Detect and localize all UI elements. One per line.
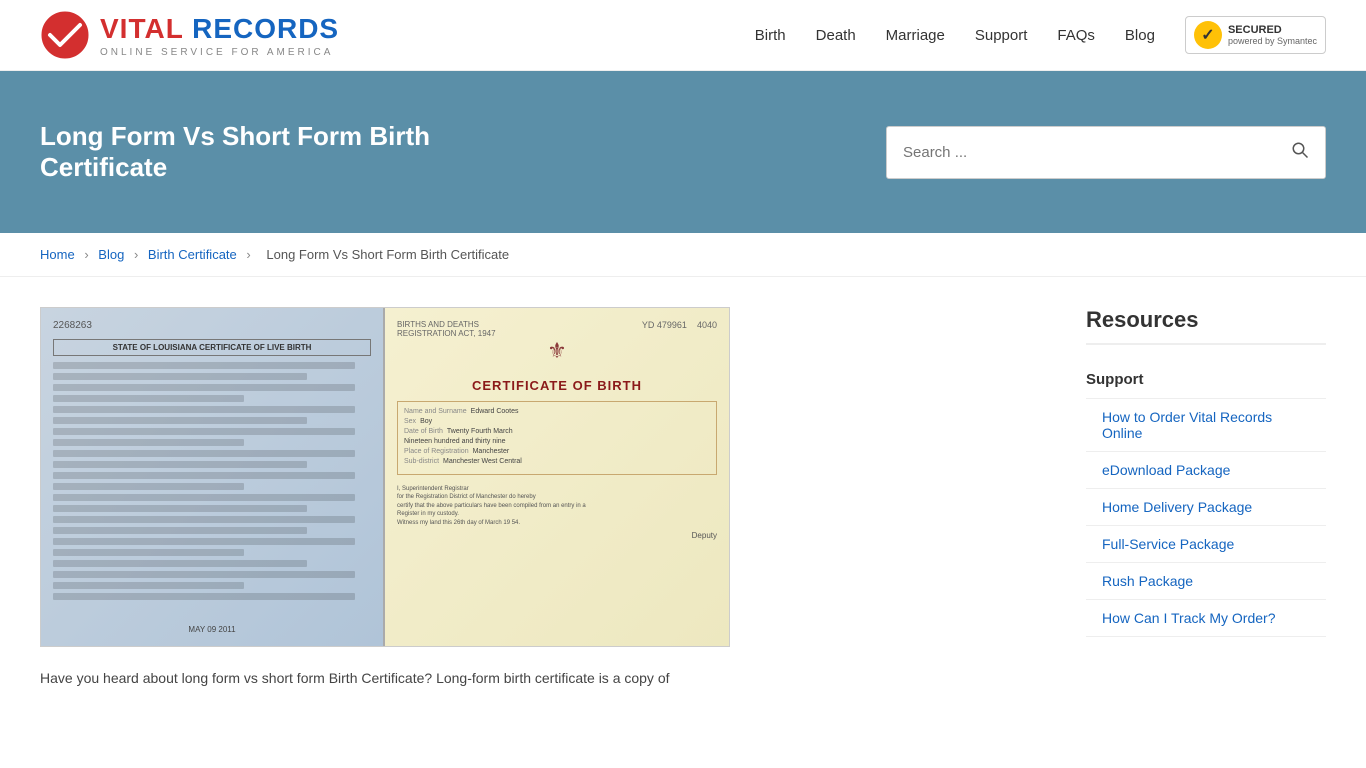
main-container: 2268263 STATE OF LOUISIANA CERTIFICATE O… xyxy=(0,277,1366,719)
sidebar: Resources Support How to Order Vital Rec… xyxy=(1086,307,1326,689)
article-intro: Have you heard about long form vs short … xyxy=(40,667,1046,689)
logo-title: VITAL RECORDS xyxy=(100,13,339,45)
sidebar-link-full-service[interactable]: Full-Service Package xyxy=(1086,526,1326,563)
nav-blog[interactable]: Blog xyxy=(1125,27,1155,44)
cert-left: 2268263 STATE OF LOUISIANA CERTIFICATE O… xyxy=(41,308,385,646)
cert-line xyxy=(53,395,244,402)
nav-support[interactable]: Support xyxy=(975,27,1028,44)
cert-line xyxy=(53,582,244,589)
cert-line xyxy=(53,527,307,534)
norton-text-wrap: SECURED powered by Symantec xyxy=(1228,24,1317,46)
breadcrumb-sep3: › xyxy=(246,247,250,262)
norton-secured: SECURED xyxy=(1228,24,1317,36)
cert-info-sex: Sex Boy xyxy=(404,418,710,425)
nav-birth[interactable]: Birth xyxy=(755,27,786,44)
cert-line xyxy=(53,417,307,424)
logo-subtitle: ONLINE SERVICE FOR AMERICA xyxy=(100,47,339,58)
cert-footer-text: I, Superintendent Registrar for the Regi… xyxy=(397,485,717,527)
cert-info-name: Name and Surname Edward Cootes xyxy=(404,408,710,415)
cert-line xyxy=(53,494,355,501)
cert-info-box: Name and Surname Edward Cootes Sex Boy D… xyxy=(397,401,717,475)
breadcrumb: Home › Blog › Birth Certificate › Long F… xyxy=(0,233,1366,277)
cert-line xyxy=(53,406,355,413)
logo-records: RECORDS xyxy=(192,13,339,44)
nav-death[interactable]: Death xyxy=(816,27,856,44)
norton-powered: powered by Symantec xyxy=(1228,36,1317,46)
article-image: 2268263 STATE OF LOUISIANA CERTIFICATE O… xyxy=(40,307,730,647)
cert-line xyxy=(53,560,307,567)
cert-line xyxy=(53,593,355,600)
cert-line xyxy=(53,461,307,468)
breadcrumb-blog[interactable]: Blog xyxy=(98,247,124,262)
page-title: Long Form Vs Short Form Birth Certificat… xyxy=(40,121,540,183)
cert-lines xyxy=(53,362,371,619)
sidebar-link-edownload[interactable]: eDownload Package xyxy=(1086,452,1326,489)
cert-line xyxy=(53,538,355,545)
cert-title-left: STATE OF LOUISIANA CERTIFICATE OF LIVE B… xyxy=(53,339,371,356)
site-header: VITAL RECORDS ONLINE SERVICE FOR AMERICA… xyxy=(0,0,1366,71)
cert-info-dob: Date of Birth Twenty Fourth March xyxy=(404,428,710,435)
breadcrumb-current: Long Form Vs Short Form Birth Certificat… xyxy=(266,247,509,262)
search-icon xyxy=(1291,141,1309,159)
cert-line xyxy=(53,384,355,391)
cert-emblem-icon: ⚜ xyxy=(397,338,717,364)
logo-text: VITAL RECORDS ONLINE SERVICE FOR AMERICA xyxy=(100,13,339,58)
cert-line xyxy=(53,483,244,490)
cert-info-place: Place of Registration Manchester xyxy=(404,448,710,455)
norton-check-icon: ✓ xyxy=(1194,21,1222,49)
sidebar-link-how-to-order[interactable]: How to Order Vital Records Online xyxy=(1086,399,1326,452)
breadcrumb-sep1: › xyxy=(84,247,88,262)
breadcrumb-birth-cert[interactable]: Birth Certificate xyxy=(148,247,237,262)
main-nav: Birth Death Marriage Support FAQs Blog ✓… xyxy=(755,16,1326,54)
cert-sub-right: BIRTHS AND DEATHSREGISTRATION ACT, 1947 xyxy=(397,320,496,338)
search-box xyxy=(886,126,1326,179)
cert-date-left: MAY 09 2011 xyxy=(53,625,371,634)
sidebar-title: Resources xyxy=(1086,307,1326,345)
cert-line xyxy=(53,428,355,435)
nav-marriage[interactable]: Marriage xyxy=(886,27,945,44)
sidebar-link-track-order[interactable]: How Can I Track My Order? xyxy=(1086,600,1326,637)
cert-line xyxy=(53,472,355,479)
sidebar-link-home-delivery[interactable]: Home Delivery Package xyxy=(1086,489,1326,526)
cert-line xyxy=(53,362,355,369)
hero-section: Long Form Vs Short Form Birth Certificat… xyxy=(0,71,1366,233)
cert-info-dob2: Nineteen hundred and thirty nine xyxy=(404,438,710,445)
cert-number-right: YD 479961 4040 xyxy=(642,320,717,330)
cert-line xyxy=(53,549,244,556)
cert-line xyxy=(53,439,244,446)
nav-faqs[interactable]: FAQs xyxy=(1057,27,1095,44)
cert-number-left: 2268263 xyxy=(53,320,371,331)
logo[interactable]: VITAL RECORDS ONLINE SERVICE FOR AMERICA xyxy=(40,10,339,60)
cert-title-right: CERTIFICATE OF BIRTH xyxy=(397,378,717,393)
breadcrumb-sep2: › xyxy=(134,247,138,262)
breadcrumb-home[interactable]: Home xyxy=(40,247,75,262)
search-button[interactable] xyxy=(1275,127,1325,178)
sidebar-link-rush[interactable]: Rush Package xyxy=(1086,563,1326,600)
search-input[interactable] xyxy=(887,130,1275,175)
cert-line xyxy=(53,450,355,457)
cert-line xyxy=(53,571,355,578)
logo-vital: VITAL xyxy=(100,13,183,44)
cert-deputy: Deputy xyxy=(397,531,717,540)
cert-line xyxy=(53,505,307,512)
cert-line xyxy=(53,373,307,380)
logo-icon xyxy=(40,10,90,60)
content-area: 2268263 STATE OF LOUISIANA CERTIFICATE O… xyxy=(40,307,1046,689)
cert-info-sub: Sub-district Manchester West Central xyxy=(404,458,710,465)
norton-badge: ✓ SECURED powered by Symantec xyxy=(1185,16,1326,54)
cert-right: BIRTHS AND DEATHSREGISTRATION ACT, 1947 … xyxy=(385,308,729,646)
sidebar-section: Support xyxy=(1086,361,1326,399)
cert-line xyxy=(53,516,355,523)
